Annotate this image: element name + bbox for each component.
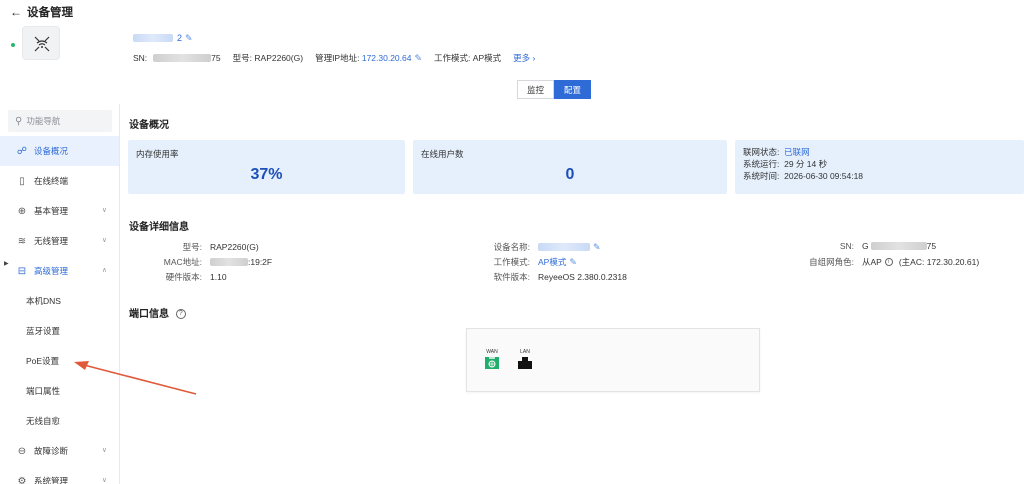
wifi-icon (34, 36, 50, 52)
top-bar: ← 设备管理 (0, 0, 1024, 24)
sidebar: ⚲ 功能导航 ☍ 设备概况 ▯ 在线终端 ⊕ 基本管理 ∨ ≋ 无线管理 ∨ ⊟… (0, 104, 120, 484)
detail-hw-version: 硬件版本: 1.10 (165, 272, 227, 282)
ports-title: 端口信息 ? (129, 305, 186, 320)
main-content: 设备概况 内存使用率 37% 在线用户数 0 联网状态: 已联网 系统运行: 2… (128, 104, 1024, 484)
ethernet-port-icon (518, 357, 532, 369)
device-thumbnail (22, 26, 60, 60)
sidebar-item-system[interactable]: ⚙ 系统管理 ∨ (0, 466, 119, 484)
detail-work-mode: 工作模式: AP模式 ✎ (493, 256, 577, 268)
more-link[interactable]: 更多 (513, 52, 530, 64)
sidebar-item-dns[interactable]: 本机DNS (0, 286, 119, 316)
wifi-icon: ≋ (17, 235, 27, 247)
sidebar-item-wireless[interactable]: ≋ 无线管理 ∨ (0, 226, 119, 256)
detail-title: 设备详细信息 (129, 222, 189, 233)
detail-device-name: 设备名称: ✎ (493, 241, 601, 253)
diagnose-icon: ⊖ (17, 445, 27, 457)
chevron-down-icon: ∨ (101, 447, 107, 454)
sidebar-item-basic[interactable]: ⊕ 基本管理 ∨ (0, 196, 119, 226)
nav-search-input[interactable]: ⚲ 功能导航 (8, 110, 112, 132)
detail-mesh-role: 自组网角色: 从AP i (主AC: 172.30.20.61) (809, 257, 980, 267)
sidebar-item-poe[interactable]: PoE设置 (0, 346, 119, 376)
management-ip-link[interactable]: 172.30.20.64 (362, 53, 412, 63)
edit-icon[interactable]: ✎ (414, 53, 422, 64)
view-toggle: 监控 配置 (517, 80, 592, 99)
chevron-right-icon[interactable]: › (530, 53, 536, 63)
tab-config[interactable]: 配置 (554, 80, 592, 99)
sidebar-item-self-heal[interactable]: 无线自愈 (0, 406, 119, 436)
edit-icon[interactable]: ✎ (593, 242, 601, 253)
sidebar-item-bluetooth[interactable]: 蓝牙设置 (0, 316, 119, 346)
device-icon: ▯ (19, 175, 25, 187)
search-icon: ⚲ (15, 115, 23, 127)
settings-icon: ⚙ (17, 475, 27, 484)
device-info-row: SN: 75 型号: RAP2260(G) 管理IP地址: 172.30.20.… (133, 52, 536, 64)
network-status-card: 联网状态: 已联网 系统运行: 29 分 14 秒 系统时间: 2026-06-… (735, 140, 1024, 194)
sidebar-item-diagnose[interactable]: ⊖ 故障诊断 ∨ (0, 436, 119, 466)
online-users-value: 0 (565, 166, 575, 183)
detail-sn: SN: G 75 (839, 241, 937, 251)
chevron-down-icon: ∨ (101, 207, 107, 214)
tab-monitor[interactable]: 监控 (517, 80, 555, 99)
page-title: 设备管理 (27, 7, 73, 19)
work-mode-link[interactable]: AP模式 (538, 256, 566, 268)
online-status-dot (11, 43, 15, 47)
collapse-sidebar-icon[interactable]: ▶ (4, 260, 9, 267)
sidebar-item-port-attr[interactable]: 端口属性 (0, 376, 119, 406)
chevron-up-icon: ∧ (101, 267, 107, 274)
info-icon[interactable]: i (884, 258, 893, 266)
port-wan[interactable]: WAN (485, 349, 499, 369)
port-lan[interactable]: LAN (518, 349, 532, 369)
edit-icon[interactable]: ✎ (185, 33, 193, 44)
device-name[interactable]: 2 ✎ (133, 32, 193, 44)
globe-icon: ⊕ (17, 205, 27, 217)
redacted-block (870, 242, 927, 250)
detail-model: 型号: RAP2260(G) (182, 242, 259, 252)
help-icon[interactable]: ? (175, 309, 186, 320)
sidebar-item-overview[interactable]: ☍ 设备概况 (0, 136, 119, 166)
overview-title: 设备概况 (129, 120, 169, 131)
chevron-down-icon: ∨ (101, 477, 107, 484)
redacted-block (133, 34, 173, 42)
briefcase-icon: ⊟ (17, 265, 27, 277)
back-arrow-icon[interactable]: ← (10, 5, 22, 19)
edit-icon[interactable]: ✎ (569, 257, 577, 268)
memory-usage-value: 37% (250, 166, 283, 183)
port-panel: WAN LAN (466, 328, 760, 392)
ethernet-port-icon (485, 357, 499, 369)
net-status-link[interactable]: 已联网 (784, 147, 810, 157)
redacted-block (153, 54, 212, 62)
sidebar-item-advanced[interactable]: ⊟ 高级管理 ∧ (0, 256, 119, 286)
online-users-card: 在线用户数 0 (413, 140, 727, 194)
chevron-down-icon: ∨ (101, 237, 107, 244)
detail-sw-version: 软件版本: ReyeeOS 2.380.0.2318 (493, 272, 627, 282)
sidebar-item-clients[interactable]: ▯ 在线终端 (0, 166, 119, 196)
redacted-block (210, 258, 248, 266)
memory-usage-card: 内存使用率 37% (128, 140, 405, 194)
topology-icon: ☍ (16, 145, 28, 157)
device-header: 2 ✎ SN: 75 型号: RAP2260(G) 管理IP地址: 172.30… (0, 24, 1024, 74)
detail-mac: MAC地址: :19:2F (163, 257, 273, 267)
redacted-block (538, 243, 590, 251)
